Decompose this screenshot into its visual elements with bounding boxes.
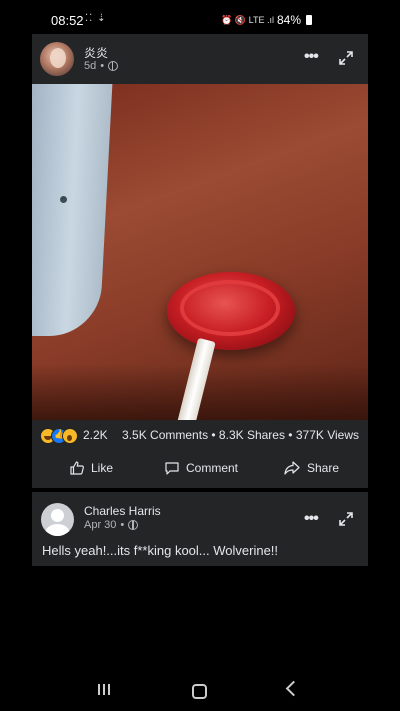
comment-label: Comment — [186, 461, 239, 475]
post-video[interactable] — [32, 84, 368, 420]
share-button[interactable]: Share — [283, 452, 339, 484]
post-author-name[interactable]: 炎炎 — [84, 44, 108, 61]
wow-reaction-icon — [62, 428, 78, 444]
recents-button[interactable] — [98, 684, 110, 695]
commenter-name[interactable]: Charles Harris — [84, 504, 161, 518]
system-status: ⏰ 🔇 LTE .ıl 84% — [221, 13, 312, 27]
engagement-stats[interactable]: 3.5K Comments • 8.3K Shares • 377K Views — [122, 428, 359, 442]
comment-button[interactable]: Comment — [164, 452, 238, 484]
battery-icon — [306, 15, 312, 25]
home-button[interactable] — [192, 684, 207, 699]
comment-card: Charles Harris Apr 30 • ••• Hells yeah!.… — [32, 492, 368, 566]
status-time: 08:52 — [51, 13, 84, 28]
share-label: Share — [307, 461, 340, 475]
more-options-icon[interactable]: ••• — [304, 48, 319, 66]
post-actions: Like Comment Share — [32, 452, 368, 484]
battery-percent: 84% — [276, 13, 301, 27]
android-nav-bar — [0, 670, 400, 711]
author-avatar[interactable] — [40, 42, 74, 76]
post-card: 炎炎 5d • ••• 2.2K 3.5K Comments • 8.3K Sh… — [32, 34, 368, 488]
video-scene-screw — [60, 196, 67, 203]
comment-icon — [165, 462, 179, 475]
comment-meta: Apr 30 • — [84, 519, 139, 531]
separator-dot: • — [100, 60, 105, 72]
video-scene-plunger-rim — [180, 280, 280, 336]
post-header: 炎炎 5d • ••• — [32, 34, 368, 84]
reactions-count[interactable]: 2.2K — [83, 428, 108, 442]
share-icon — [284, 461, 300, 475]
expand-icon[interactable] — [338, 50, 354, 66]
globe-icon — [128, 520, 139, 530]
comment-text: Hells yeah!...its f**king kool... Wolver… — [42, 543, 279, 558]
post-stats: 2.2K 3.5K Comments • 8.3K Shares • 377K … — [32, 420, 368, 450]
comment-date[interactable]: Apr 30 — [84, 519, 116, 531]
system-icons: ⏰ 🔇 LTE .ıl — [221, 14, 274, 25]
post-age[interactable]: 5d — [84, 60, 96, 72]
thumbs-up-icon — [70, 461, 84, 475]
video-scene-door — [32, 84, 113, 336]
globe-icon — [108, 61, 119, 71]
commenter-avatar[interactable] — [41, 503, 74, 536]
separator-dot: • — [120, 519, 125, 531]
more-options-icon[interactable]: ••• — [304, 510, 319, 528]
expand-icon[interactable] — [338, 511, 354, 527]
like-label: Like — [91, 461, 114, 475]
reaction-icons[interactable] — [40, 428, 78, 444]
like-button[interactable]: Like — [69, 452, 113, 484]
notification-icons: ⁚⁚ ⇣ — [85, 13, 107, 24]
back-button[interactable] — [285, 680, 302, 697]
post-meta: 5d • — [84, 60, 119, 72]
